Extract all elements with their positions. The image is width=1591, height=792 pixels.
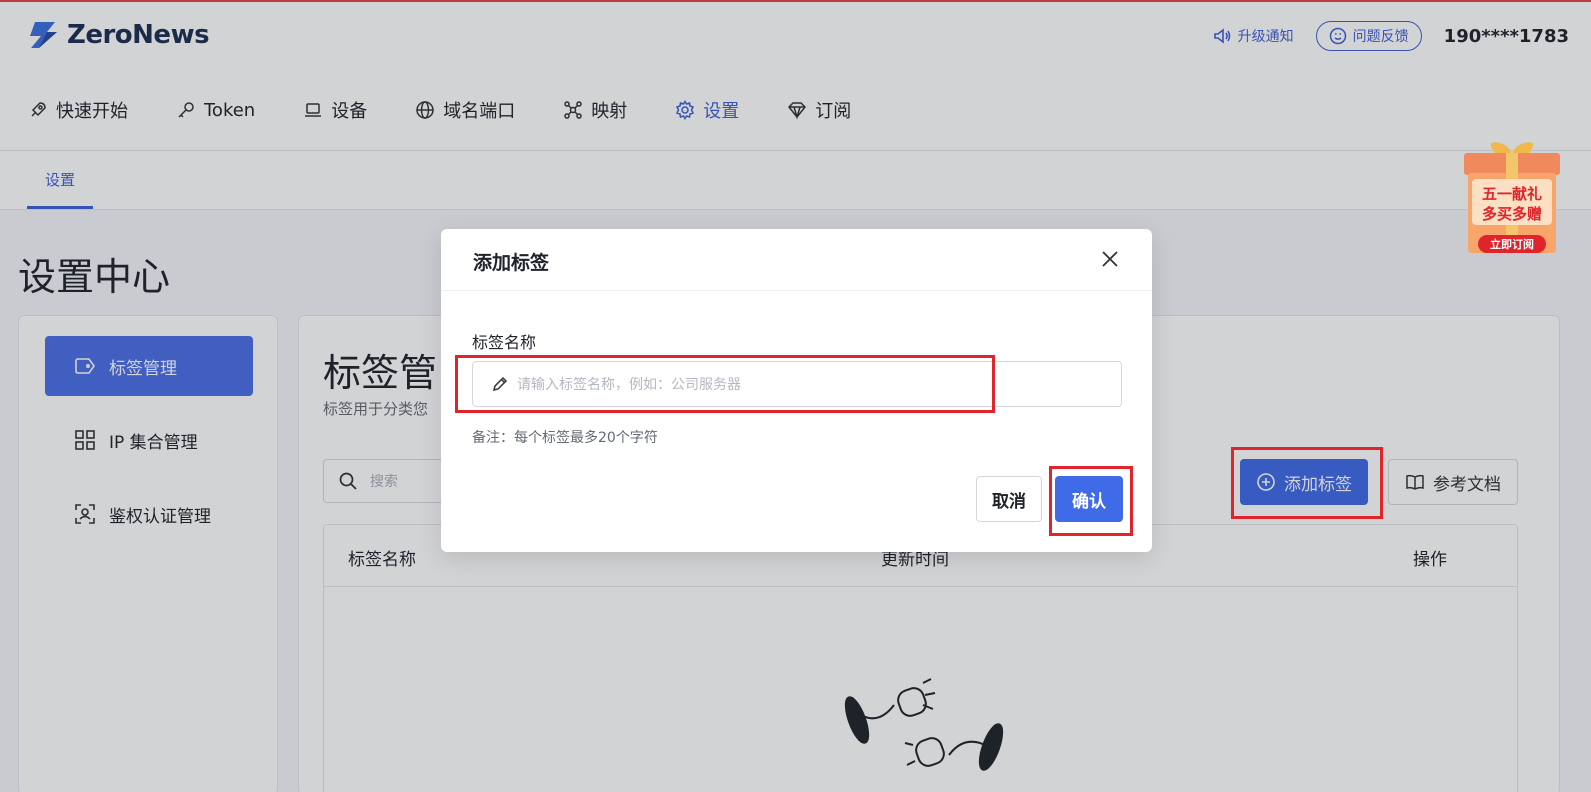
dialog-header: 添加标签 <box>441 229 1152 291</box>
promo-cta: 立即订阅 <box>1490 237 1534 251</box>
cancel-button[interactable]: 取消 <box>976 476 1042 522</box>
pencil-icon <box>492 376 508 392</box>
tag-name-input[interactable]: 请输入标签名称，例如：公司服务器 <box>472 361 1122 407</box>
dialog-title: 添加标签 <box>473 252 550 274</box>
promo-line1: 五一献礼 <box>1482 185 1542 203</box>
close-icon[interactable] <box>1098 247 1122 271</box>
promo-line2: 多买多赠 <box>1482 205 1542 223</box>
tag-name-label: 标签名称 <box>472 333 537 352</box>
tag-name-note: 备注：每个标签最多20个字符 <box>472 430 658 446</box>
tag-name-placeholder: 请输入标签名称，例如：公司服务器 <box>517 377 741 393</box>
add-tag-dialog: 添加标签 标签名称 请输入标签名称，例如：公司服务器 备注：每个标签最多20个字… <box>441 229 1152 552</box>
confirm-button[interactable]: 确认 <box>1055 476 1123 522</box>
promo-gift-banner[interactable]: 五一献礼 多买多赠 立即订阅 <box>1456 135 1568 265</box>
